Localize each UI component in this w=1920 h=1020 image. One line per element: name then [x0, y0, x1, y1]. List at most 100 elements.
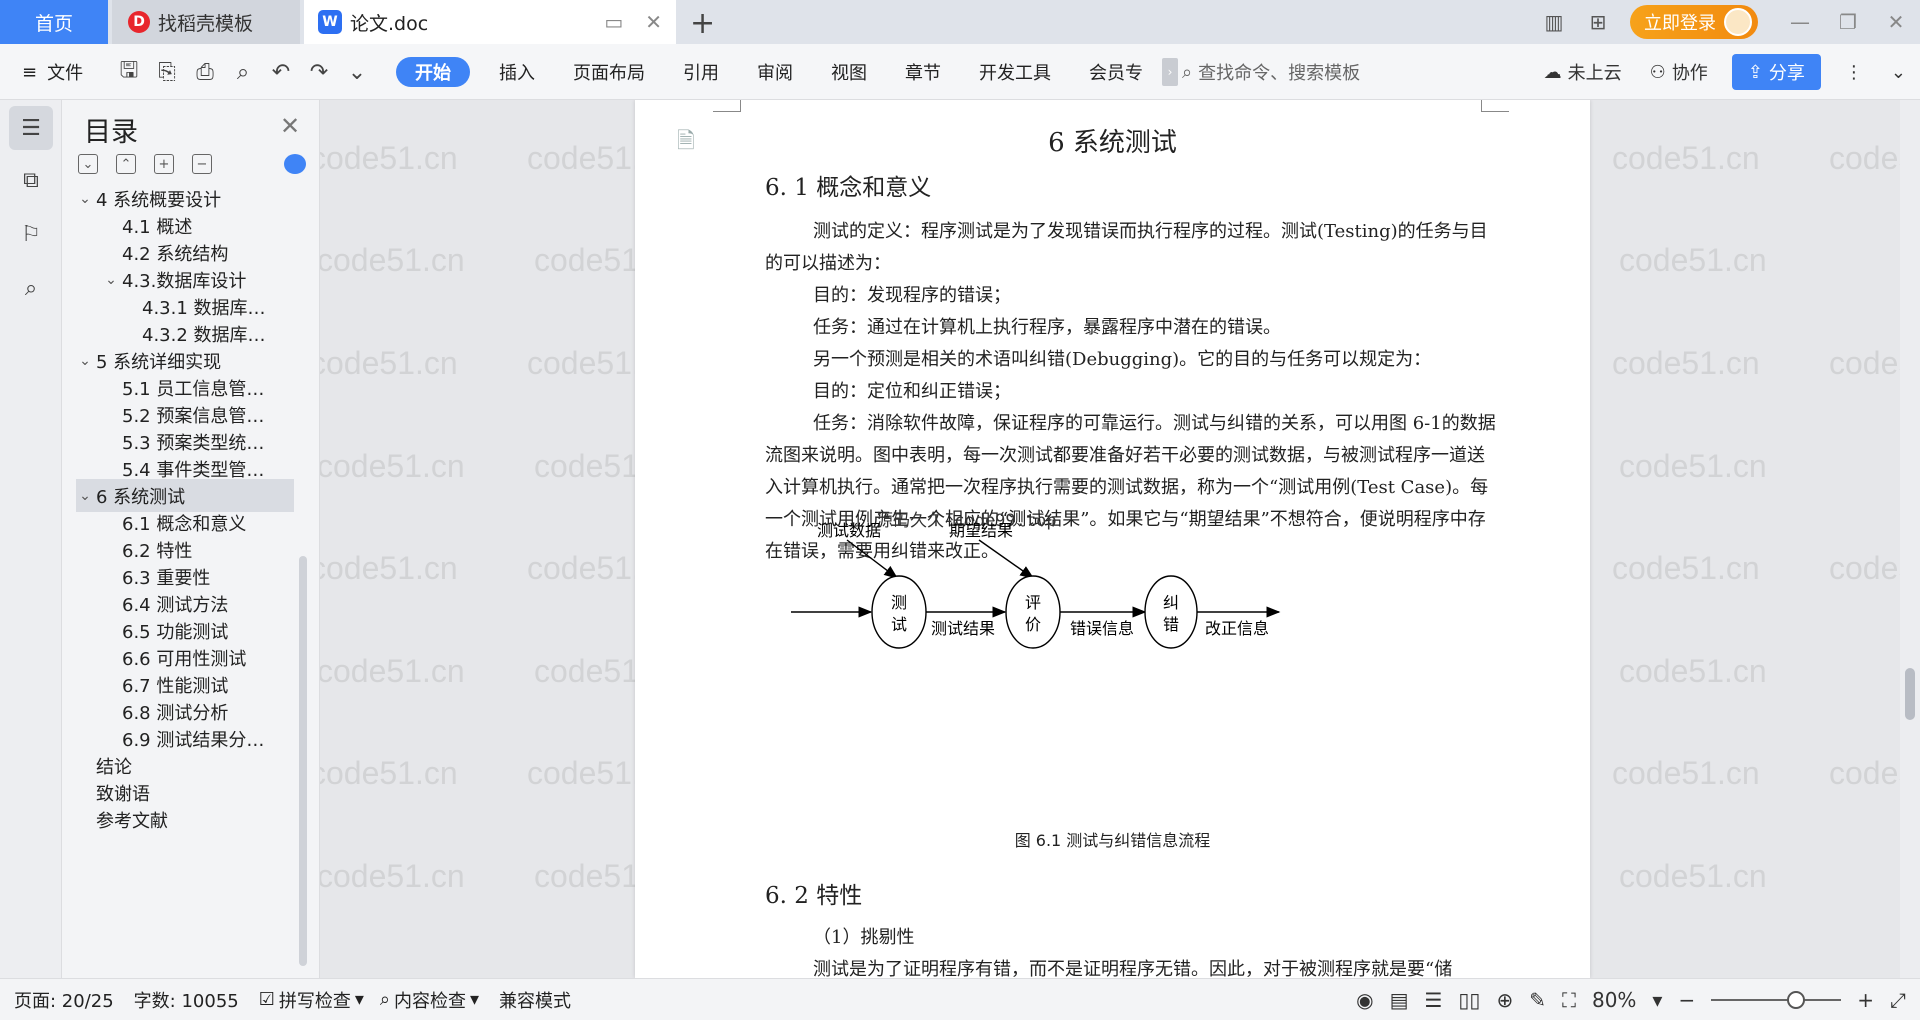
page-view-icon[interactable]: ▤: [1390, 988, 1409, 1012]
fit-page-icon[interactable]: ⛶: [1562, 988, 1576, 1012]
toc-item-label: 5.2 预案信息管…: [122, 405, 265, 427]
ai-assistant-icon[interactable]: [284, 154, 306, 174]
page-indicator[interactable]: 页面: 20/25: [14, 987, 114, 1013]
menu-tab[interactable]: 章节: [886, 57, 960, 87]
menu-tab[interactable]: 开始: [396, 57, 470, 87]
bookmark-icon[interactable]: ⚐: [9, 212, 53, 256]
collapse-ribbon-icon[interactable]: ⌄: [1877, 62, 1920, 83]
redo-icon[interactable]: ↷: [306, 60, 332, 85]
undo-icon[interactable]: ↶: [268, 60, 294, 85]
crop-mark: [1481, 100, 1509, 112]
watermark-text: code51.cn: [1612, 345, 1760, 381]
apps-grid-icon[interactable]: ⊞: [1576, 0, 1620, 44]
content-check-button[interactable]: ⌕ 内容检查 ▾: [380, 987, 479, 1013]
tab-home[interactable]: 首页: [0, 0, 108, 44]
add-heading-icon[interactable]: +: [154, 154, 174, 174]
navigation-pane-icon[interactable]: ⧉: [9, 158, 53, 202]
new-tab-button[interactable]: +: [690, 6, 715, 41]
content-check-label: 内容检查: [394, 990, 466, 1012]
toc-item-label: 参考文献: [96, 810, 168, 832]
zoom-slider[interactable]: [1711, 991, 1842, 1009]
compat-mode: 兼容模式: [499, 987, 571, 1013]
command-search[interactable]: ⌕ 查找命令、搜索模板: [1182, 44, 1360, 100]
monitor-icon[interactable]: ▭: [604, 10, 623, 34]
restore-icon[interactable]: ❐: [1824, 0, 1872, 44]
watermark-text: code51.cn: [1829, 550, 1900, 586]
menu-tab[interactable]: 审阅: [738, 57, 812, 87]
menu-tab[interactable]: 开发工具: [960, 57, 1070, 87]
file-menu-button[interactable]: ≡ 文件: [22, 44, 83, 100]
section-heading-2: 6. 2 特性: [765, 883, 863, 909]
node-test: [871, 575, 927, 649]
toc-item[interactable]: 参考文献: [76, 803, 294, 836]
section-heading: 6. 1 概念和意义: [765, 175, 932, 201]
scrollbar-thumb[interactable]: [1905, 668, 1915, 720]
save-icon[interactable]: 🖫: [116, 53, 142, 91]
toc-item-label: 致谢语: [96, 783, 150, 805]
login-button[interactable]: 立即登录: [1630, 5, 1758, 39]
export-icon[interactable]: ⎘: [154, 60, 180, 85]
menu-tab[interactable]: 页面布局: [554, 57, 664, 87]
close-tab-icon[interactable]: ✕: [645, 10, 662, 34]
zoom-slider-handle[interactable]: [1787, 991, 1806, 1009]
node-test-char1: 测: [891, 593, 907, 612]
watermark-text: code51.cn: [1829, 755, 1900, 791]
share-label: 分享: [1768, 63, 1805, 84]
expand-all-icon[interactable]: ⌄: [78, 154, 98, 174]
print-preview-icon[interactable]: ⌕: [230, 60, 256, 85]
file-menu-label: 文件: [47, 63, 84, 84]
menu-tab[interactable]: 视图: [812, 57, 886, 87]
tab-document[interactable]: W 论文.doc ▭ ✕: [304, 0, 676, 44]
find-icon[interactable]: ⌕: [9, 266, 53, 310]
cloud-status-label: 未上云: [1567, 63, 1622, 84]
chevron-down-icon[interactable]: ⌄: [102, 272, 120, 288]
customize-dropdown-icon[interactable]: ⌄: [344, 60, 370, 85]
menu-tab[interactable]: 会员专: [1070, 57, 1162, 87]
spell-check-icon: ☑: [258, 989, 275, 1010]
toc-scrollbar[interactable]: [299, 556, 307, 966]
toc-panel-icon[interactable]: ☰: [9, 106, 53, 150]
window-close-icon[interactable]: ✕: [1872, 0, 1920, 44]
share-button[interactable]: ⇪ 分享: [1731, 54, 1821, 90]
hamburger-icon: ≡: [22, 61, 38, 83]
cloud-status-button[interactable]: ☁ 未上云: [1530, 59, 1636, 85]
chevron-down-icon[interactable]: ⌄: [76, 191, 94, 207]
layout-icon[interactable]: ▥: [1532, 0, 1576, 44]
share-icon: ⇪: [1747, 61, 1763, 83]
close-icon[interactable]: ✕: [280, 112, 300, 140]
reading-view-icon[interactable]: ▯▯: [1458, 988, 1480, 1012]
collapse-all-icon[interactable]: ⌃: [116, 154, 136, 174]
eye-protection-icon[interactable]: ◉: [1356, 988, 1373, 1012]
fullscreen-icon[interactable]: ⤢: [1890, 988, 1906, 1012]
outline-view-icon[interactable]: ☰: [1424, 988, 1442, 1012]
zoom-in-icon[interactable]: +: [1857, 988, 1874, 1012]
watermark-text: code51.cn: [1612, 550, 1760, 586]
zoom-level[interactable]: 80%: [1592, 988, 1636, 1012]
menu-scroll-right-icon[interactable]: ›: [1162, 58, 1178, 86]
remove-heading-icon[interactable]: −: [192, 154, 212, 174]
dropdown-icon: ▾: [354, 989, 364, 1010]
more-options-icon[interactable]: ⋮: [1831, 62, 1877, 83]
menu-tabs: 开始 插入 页面布局 引用 审阅 视图 章节 开发工具 会员专 ›: [396, 44, 1178, 100]
chevron-down-icon[interactable]: ⌄: [76, 353, 94, 369]
docer-logo-icon: D: [128, 11, 150, 33]
menu-tab[interactable]: 引用: [664, 57, 738, 87]
watermark-text: code51.cn: [320, 858, 465, 894]
collab-button[interactable]: ⚇ 协作: [1636, 59, 1722, 85]
spell-check-button[interactable]: ☑ 拼写检查 ▾: [259, 987, 364, 1013]
node-fix: [1144, 575, 1198, 649]
watermark-text: code51.cn: [320, 242, 465, 278]
toc-item-label: 6.4 测试方法: [122, 594, 229, 616]
word-count[interactable]: 字数: 10055: [134, 987, 239, 1013]
zoom-out-icon[interactable]: −: [1678, 988, 1695, 1012]
web-view-icon[interactable]: ⊕: [1496, 988, 1513, 1012]
print-icon[interactable]: ⎙: [192, 60, 218, 85]
tab-templates[interactable]: D 找稻壳模板: [112, 0, 300, 44]
vertical-scrollbar[interactable]: [1900, 100, 1920, 978]
menu-tab[interactable]: 插入: [480, 57, 554, 87]
document-page[interactable]: 🗎 6 系统测试 6. 1 概念和意义 测试的定义：程序测试是为了发现错误而执行…: [635, 100, 1590, 978]
edit-mode-icon[interactable]: ✎: [1529, 988, 1546, 1012]
minimize-icon[interactable]: —: [1776, 0, 1824, 44]
zoom-dropdown-icon[interactable]: ▾: [1652, 988, 1662, 1012]
chevron-down-icon[interactable]: ⌄: [76, 488, 94, 504]
